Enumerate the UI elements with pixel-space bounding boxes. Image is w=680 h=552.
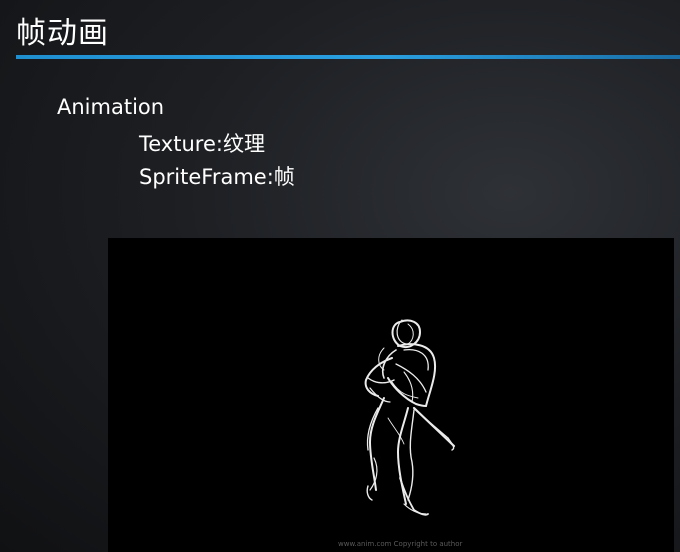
- animation-frame-image: www.anim.com Copyright to author: [108, 238, 674, 552]
- sketch-figure: [364, 319, 456, 516]
- bullet-animation: Animation: [57, 95, 165, 119]
- bullet-texture: Texture:纹理: [139, 132, 265, 156]
- bullet-spriteframe: SpriteFrame:帧: [139, 165, 295, 189]
- image-caption: www.anim.com Copyright to author: [338, 540, 463, 548]
- slide-title: 帧动画: [16, 16, 109, 51]
- title-underline: [16, 55, 680, 59]
